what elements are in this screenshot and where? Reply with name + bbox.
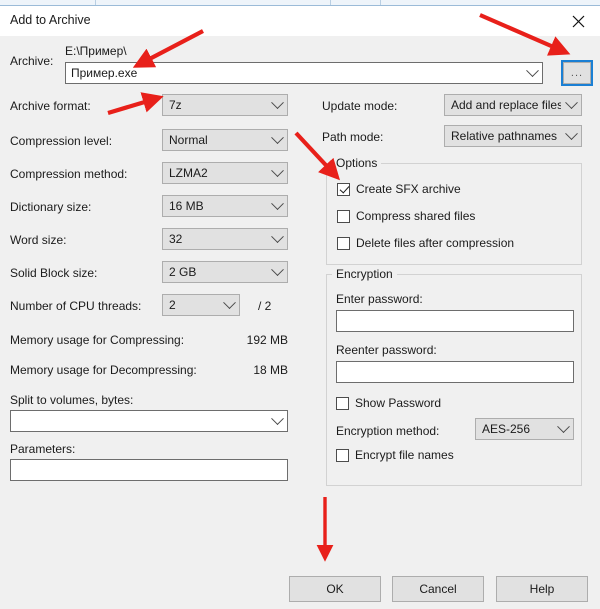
checkbox-encrypt-file-names[interactable]: Encrypt file names (336, 448, 454, 462)
reenter-password-label: Reenter password: (336, 343, 437, 357)
dictionary-size-value: 16 MB (169, 199, 204, 213)
browse-button[interactable]: ... (561, 60, 593, 86)
archive-path-text: E:\Пример\ (65, 44, 127, 58)
help-button[interactable]: Help (496, 576, 588, 602)
split-to-volumes-label: Split to volumes, bytes: (10, 393, 134, 407)
cpu-threads-select[interactable]: 2 (162, 294, 240, 316)
memory-compressing-label: Memory usage for Compressing: (10, 333, 185, 347)
word-size-value: 32 (169, 232, 183, 246)
checkbox-show-password[interactable]: Show Password (336, 396, 441, 410)
update-mode-select[interactable]: Add and replace files (444, 94, 582, 116)
chevron-down-icon (553, 419, 573, 434)
ok-button[interactable]: OK (289, 576, 381, 602)
dictionary-size-label: Dictionary size: (10, 200, 92, 214)
dialog-body: Archive: E:\Пример\ Пример.exe ... Archi… (0, 36, 600, 609)
chevron-down-icon (561, 126, 581, 141)
compression-level-select[interactable]: Normal (162, 129, 288, 151)
chevron-down-icon (219, 295, 239, 310)
word-size-select[interactable]: 32 (162, 228, 288, 250)
dialog-titlebar: Add to Archive (0, 6, 600, 36)
enter-password-input[interactable] (336, 310, 574, 332)
checkbox-icon (336, 448, 349, 462)
chevron-down-icon (267, 196, 287, 211)
enter-password-label: Enter password: (336, 292, 423, 306)
archive-format-label: Archive format: (10, 99, 91, 113)
checkbox-label: Compress shared files (356, 209, 476, 223)
encryption-method-select[interactable]: AES-256 (475, 418, 574, 440)
update-mode-value: Add and replace files (451, 98, 561, 112)
add-to-archive-dialog: Add to Archive Archive: E:\Пример\ Приме… (0, 6, 600, 609)
path-mode-label: Path mode: (322, 130, 384, 144)
memory-compressing-value: 192 MB (246, 333, 288, 347)
dictionary-size-select[interactable]: 16 MB (162, 195, 288, 217)
parameters-label: Parameters: (10, 442, 76, 456)
close-icon[interactable] (556, 6, 600, 36)
compression-method-select[interactable]: LZMA2 (162, 162, 288, 184)
checkbox-icon (337, 182, 350, 196)
split-to-volumes-input[interactable] (10, 410, 288, 432)
compression-method-label: Compression method: (10, 167, 128, 181)
solid-block-size-select[interactable]: 2 GB (162, 261, 288, 283)
compression-method-value: LZMA2 (169, 166, 208, 180)
checkbox-label: Create SFX archive (356, 182, 461, 196)
cancel-button[interactable]: Cancel (392, 576, 484, 602)
path-mode-select[interactable]: Relative pathnames (444, 125, 582, 147)
chevron-down-icon (561, 95, 581, 110)
chevron-down-icon (267, 130, 287, 145)
parameters-input[interactable] (10, 459, 288, 481)
checkbox-label: Delete files after compression (356, 236, 515, 250)
options-group-title: Options (332, 156, 382, 170)
solid-block-size-label: Solid Block size: (10, 266, 98, 280)
word-size-label: Word size: (10, 233, 67, 247)
memory-decompressing-value: 18 MB (253, 363, 288, 377)
checkbox-label: Encrypt file names (355, 448, 454, 462)
chevron-down-icon[interactable] (522, 63, 542, 78)
compression-level-value: Normal (169, 133, 208, 147)
cpu-threads-total: / 2 (258, 299, 272, 313)
chevron-down-icon (267, 229, 287, 244)
update-mode-label: Update mode: (322, 99, 398, 113)
checkbox-icon (337, 236, 350, 250)
solid-block-size-value: 2 GB (169, 265, 197, 279)
chevron-down-icon (267, 262, 287, 277)
checkbox-icon (336, 396, 349, 410)
checkbox-compress-shared-files[interactable]: Compress shared files (337, 209, 475, 223)
chevron-down-icon (267, 95, 287, 110)
checkbox-create-sfx-archive[interactable]: Create SFX archive (337, 182, 461, 196)
encryption-method-label: Encryption method: (336, 424, 440, 438)
archive-filename-value: Пример.exe (71, 66, 138, 80)
archive-filename-input[interactable]: Пример.exe (65, 62, 543, 84)
chevron-down-icon (267, 163, 287, 178)
chevron-down-icon[interactable] (267, 411, 287, 426)
checkbox-label: Show Password (355, 396, 442, 410)
dialog-title: Add to Archive (10, 13, 91, 27)
checkbox-delete-files-after-compression[interactable]: Delete files after compression (337, 236, 514, 250)
checkbox-icon (337, 209, 350, 223)
encryption-group-title: Encryption (332, 267, 397, 281)
archive-format-select[interactable]: 7z (162, 94, 288, 116)
reenter-password-input[interactable] (336, 361, 574, 383)
path-mode-value: Relative pathnames (451, 129, 558, 143)
cpu-threads-value: 2 (169, 298, 176, 312)
memory-decompressing-label: Memory usage for Decompressing: (10, 363, 197, 377)
archive-format-value: 7z (169, 98, 182, 112)
cpu-threads-label: Number of CPU threads: (10, 299, 142, 313)
encryption-method-value: AES-256 (482, 422, 531, 436)
archive-label: Archive: (10, 54, 54, 68)
compression-level-label: Compression level: (10, 134, 113, 148)
